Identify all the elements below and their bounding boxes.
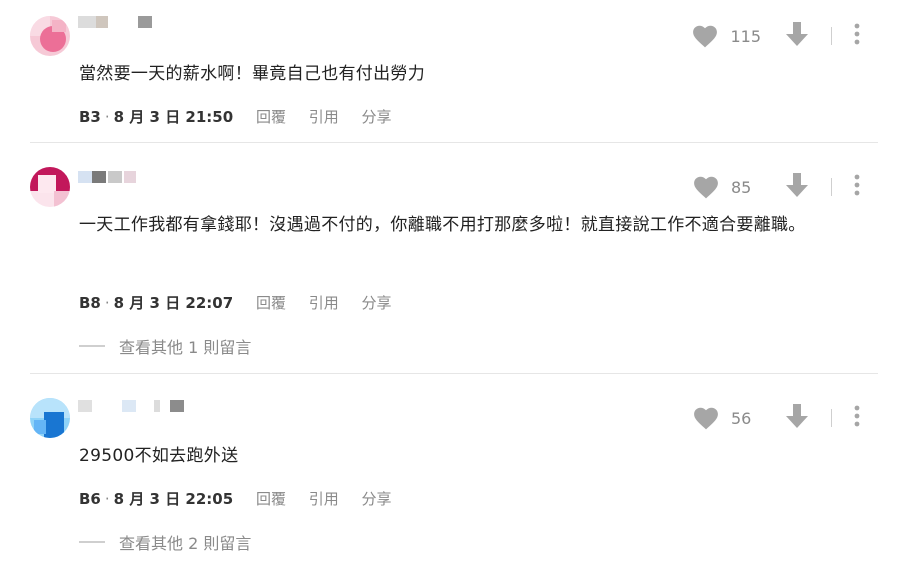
reply-button[interactable]: 回覆 — [256, 490, 286, 508]
comment-item: 115 當然要一天的薪水啊！畢竟自己也有付出勞力 B3 · 8 月 3 日 21:5… — [0, 0, 908, 142]
reply-button[interactable]: 回覆 — [256, 294, 286, 312]
comment-item: 85 一天工作我都有拿錢耶！沒遇過不付的，你離職不用打那麼多啦！就直接說工作不適… — [0, 143, 908, 373]
comment-item: 56 29500不如去跑外送 B6 · 8 月 3 日 22:05 回覆 引用 分享… — [0, 374, 908, 568]
more-options-button[interactable] — [854, 405, 860, 431]
like-button[interactable]: 115 — [692, 24, 761, 48]
comment-meta: B8 · 8 月 3 日 22:07 回覆 引用 分享 — [79, 292, 392, 313]
comment-text: 當然要一天的薪水啊！畢竟自己也有付出勞力 — [79, 64, 425, 84]
comment-actions: 56 — [693, 404, 860, 432]
more-options-button[interactable] — [854, 174, 860, 200]
replies-dash — [79, 541, 105, 543]
share-button[interactable]: 分享 — [362, 294, 392, 312]
more-vertical-icon — [854, 23, 860, 49]
more-vertical-icon — [854, 174, 860, 200]
divider — [831, 178, 832, 196]
like-button[interactable]: 56 — [693, 406, 761, 430]
comment-meta: B3 · 8 月 3 日 21:50 回覆 引用 分享 — [79, 106, 392, 127]
more-options-button[interactable] — [854, 23, 860, 49]
dislike-button[interactable] — [785, 172, 809, 202]
like-button[interactable]: 85 — [693, 175, 761, 199]
like-count: 56 — [731, 408, 752, 428]
quote-button[interactable]: 引用 — [309, 108, 339, 126]
view-more-replies-link[interactable]: 查看其他 2 則留言 — [79, 530, 251, 554]
view-more-replies-label: 查看其他 1 則留言 — [119, 338, 252, 357]
floor-number: B8 — [79, 294, 101, 312]
replies-dash — [79, 345, 105, 347]
comment-meta: B6 · 8 月 3 日 22:05 回覆 引用 分享 — [79, 488, 392, 509]
dislike-button[interactable] — [785, 403, 809, 433]
meta-separator: · — [104, 108, 110, 126]
like-count: 85 — [731, 177, 752, 197]
view-more-replies-label: 查看其他 2 則留言 — [119, 534, 252, 553]
arrow-down-icon — [785, 172, 809, 202]
share-button[interactable]: 分享 — [362, 108, 392, 126]
avatar[interactable] — [30, 398, 70, 438]
comment-actions: 85 — [693, 173, 860, 201]
comment-date: 8 月 3 日 22:07 — [113, 294, 234, 312]
meta-separator: · — [104, 490, 110, 508]
comment-date: 8 月 3 日 22:05 — [113, 490, 234, 508]
avatar[interactable] — [30, 16, 70, 56]
avatar[interactable] — [30, 167, 70, 207]
quote-button[interactable]: 引用 — [309, 294, 339, 312]
arrow-down-icon — [785, 403, 809, 433]
comment-actions: 115 — [692, 22, 860, 50]
comment-text: 一天工作我都有拿錢耶！沒遇過不付的，你離職不用打那麼多啦！就直接說工作不適合要離… — [79, 215, 806, 235]
floor-number: B6 — [79, 490, 101, 508]
like-count: 115 — [730, 26, 761, 46]
heart-icon — [693, 175, 719, 199]
meta-separator: · — [104, 294, 110, 312]
quote-button[interactable]: 引用 — [309, 490, 339, 508]
view-more-replies-link[interactable]: 查看其他 1 則留言 — [79, 334, 251, 358]
comment-text: 29500不如去跑外送 — [79, 446, 239, 466]
divider — [831, 27, 832, 45]
floor-number: B3 — [79, 108, 101, 126]
more-vertical-icon — [854, 405, 860, 431]
heart-icon — [693, 406, 719, 430]
dislike-button[interactable] — [785, 21, 809, 51]
arrow-down-icon — [785, 21, 809, 51]
divider — [831, 409, 832, 427]
reply-button[interactable]: 回覆 — [256, 108, 286, 126]
heart-icon — [692, 24, 718, 48]
share-button[interactable]: 分享 — [362, 490, 392, 508]
comment-date: 8 月 3 日 21:50 — [113, 108, 234, 126]
